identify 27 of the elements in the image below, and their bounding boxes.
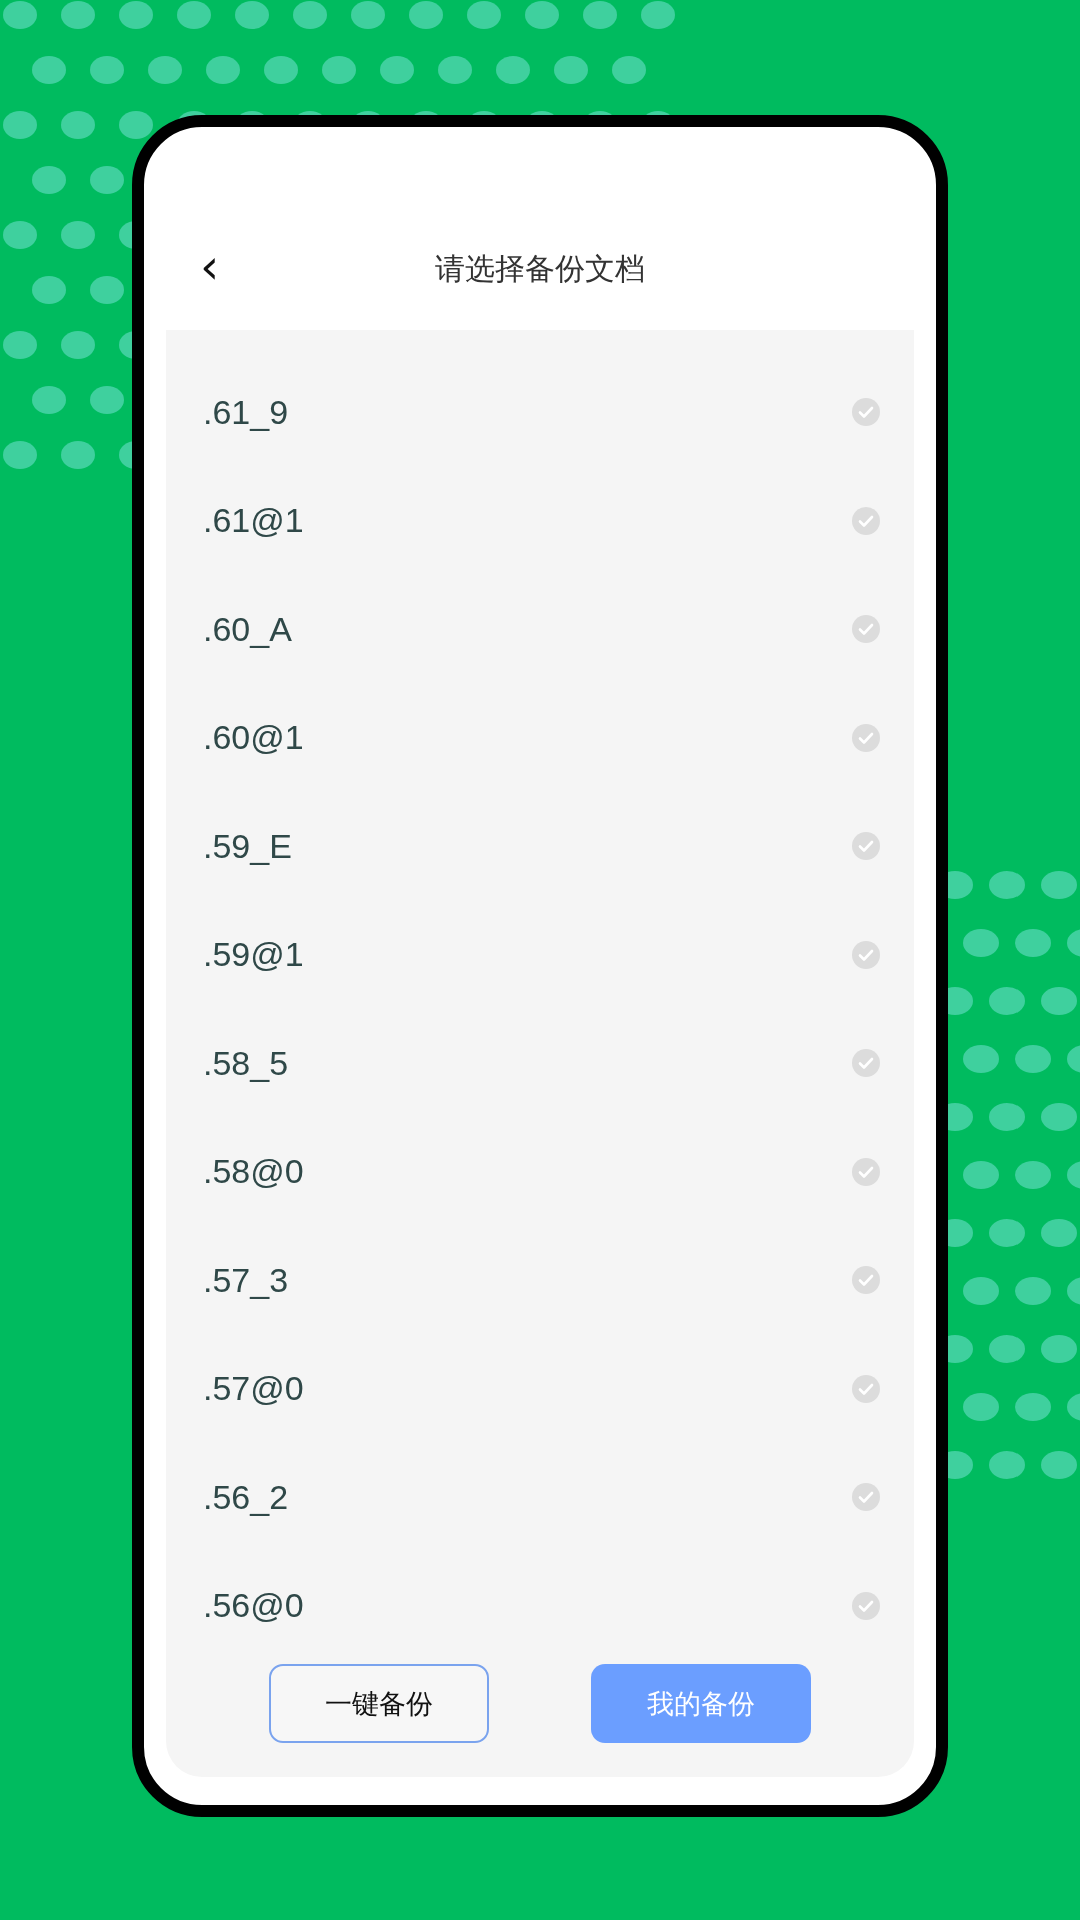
check-circle-icon[interactable]	[852, 615, 880, 644]
check-circle-icon[interactable]	[852, 1591, 880, 1620]
file-name[interactable]: .60@1	[203, 718, 304, 758]
check-circle-icon[interactable]	[852, 398, 880, 427]
check-circle-icon[interactable]	[852, 1157, 880, 1186]
file-name[interactable]: .59@1	[203, 935, 304, 975]
file-name[interactable]: .57_3	[203, 1260, 289, 1300]
file-name[interactable]: .57@0	[203, 1369, 304, 1409]
file-name[interactable]: .61@1	[203, 501, 304, 541]
screen-title: 请选择备份文档	[435, 249, 645, 288]
file-name[interactable]: .58@0	[203, 1152, 304, 1192]
check-circle-icon[interactable]	[852, 940, 880, 969]
check-circle-icon[interactable]	[852, 723, 880, 752]
file-name[interactable]: .61_9	[203, 392, 289, 432]
check-circle-icon[interactable]	[852, 832, 880, 861]
file-name[interactable]: .56_2	[203, 1477, 289, 1517]
back-button[interactable]: ‹	[194, 242, 226, 290]
check-circle-icon[interactable]	[852, 506, 880, 535]
file-name[interactable]: .58_5	[203, 1043, 289, 1083]
backup-button[interactable]: 一键备份	[269, 1664, 489, 1743]
check-circle-icon[interactable]	[852, 1049, 880, 1078]
file-name[interactable]: .60_A	[203, 609, 292, 649]
file-name[interactable]: .59_E	[203, 826, 292, 866]
check-circle-icon[interactable]	[852, 1374, 880, 1403]
file-name[interactable]: .56@0	[203, 1586, 304, 1626]
check-circle-icon[interactable]	[852, 1483, 880, 1512]
check-circle-icon[interactable]	[852, 1266, 880, 1295]
